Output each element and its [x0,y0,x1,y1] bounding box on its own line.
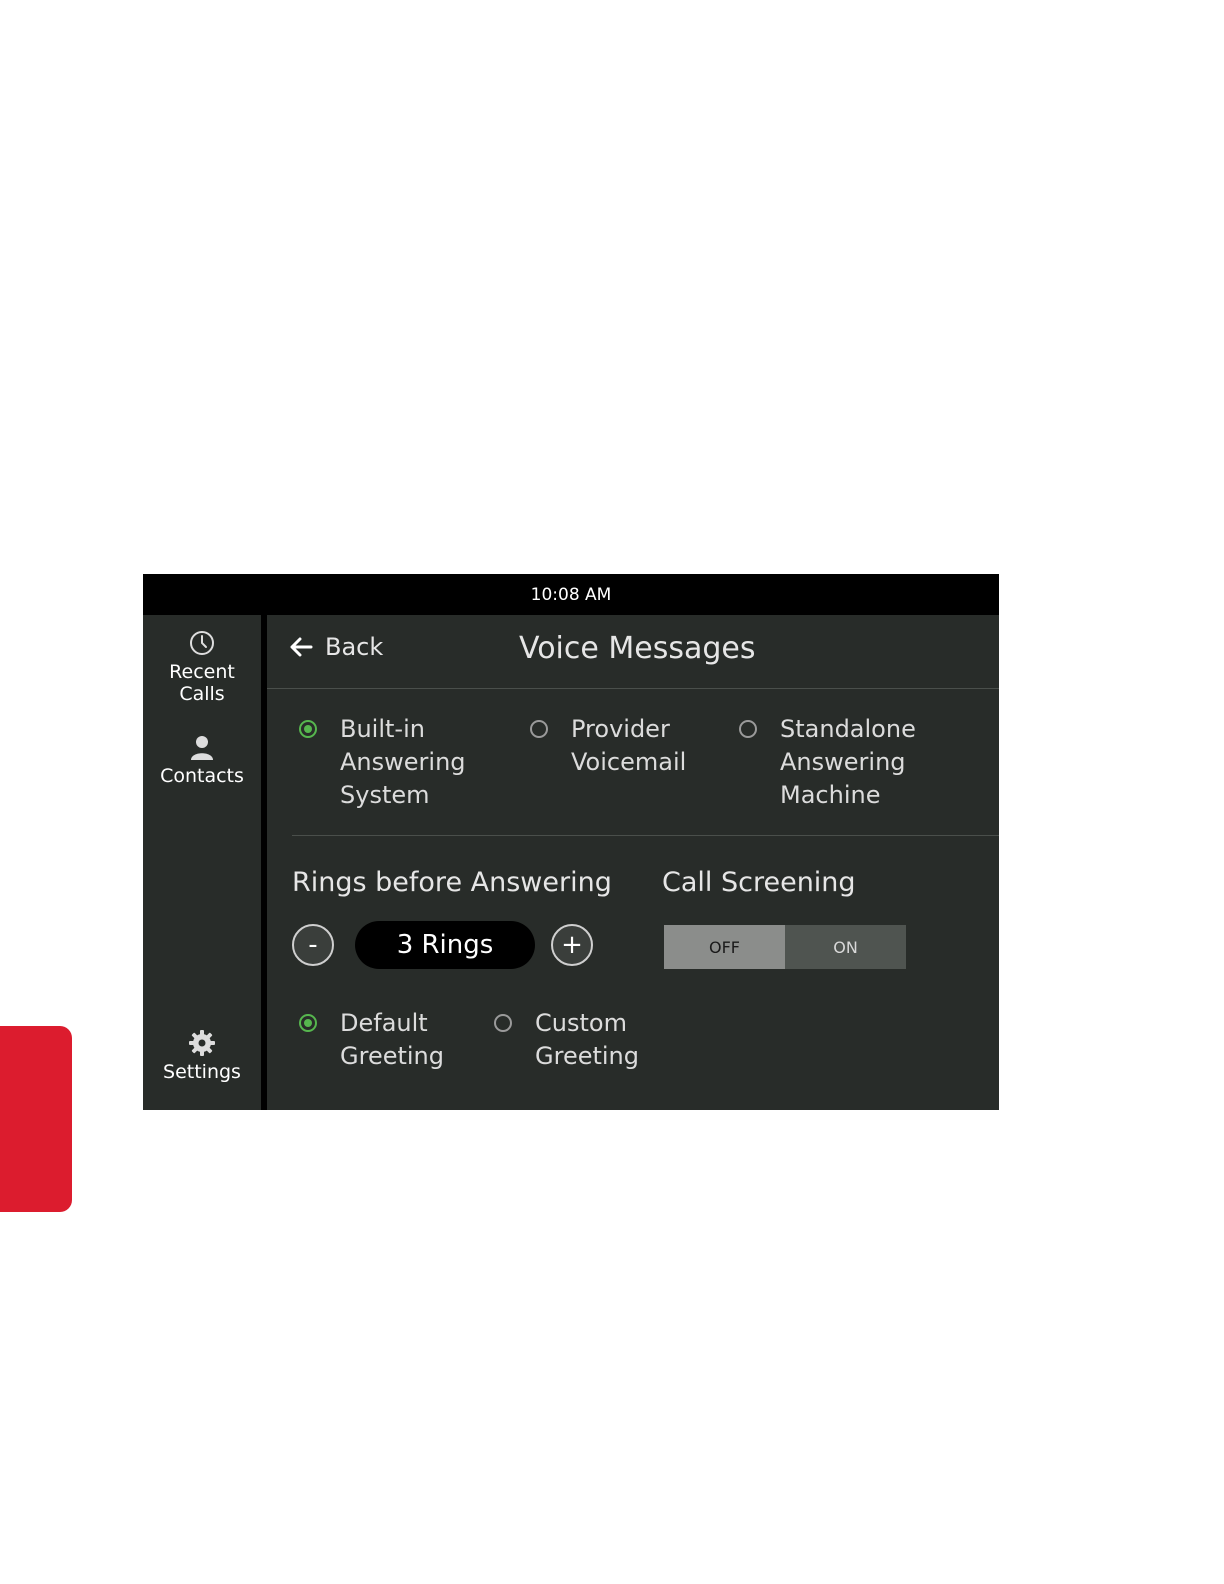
option-provider-voicemail[interactable]: Provider Voicemail [571,713,686,779]
option-label-line: Standalone [780,715,916,743]
sidebar-item-label: Contacts [160,765,244,787]
rings-value: 3 Rings [355,921,535,969]
back-button[interactable]: Back [289,633,383,661]
back-label: Back [325,633,384,661]
call-screening-toggle: OFF ON [664,925,906,969]
plus-icon: + [561,930,583,960]
sidebar-item-recent-calls[interactable]: Recent Calls [143,629,261,705]
option-label-line: Voicemail [571,748,687,776]
section-divider [292,835,999,836]
sidebar: Recent Calls Contacts Settings [143,615,261,1110]
gear-icon [189,1030,215,1056]
status-time: 10:08 AM [530,584,612,605]
rings-label: Rings before Answering [292,867,612,898]
minus-icon: - [308,930,318,960]
main-panel: Back Voice Messages Built-in Answering S… [267,615,999,1110]
call-screening-off-button[interactable]: OFF [664,925,785,969]
option-label-line: System [340,781,430,809]
option-label-line: Machine [780,781,881,809]
option-default-greeting[interactable]: Default Greeting [340,1007,444,1073]
sidebar-item-label: Calls [179,683,225,705]
status-bar: 10:08 AM [143,574,999,615]
decrease-rings-button[interactable]: - [292,924,334,966]
device-screen: 10:08 AM Recent Calls Contacts Settings … [143,574,999,1110]
header-divider [267,688,999,689]
header-bar: Back Voice Messages [267,615,999,687]
sidebar-item-settings[interactable]: Settings [143,1029,261,1083]
radio-default-greeting[interactable] [299,1014,317,1032]
option-label-line: Built-in [340,715,425,743]
radio-provider-voicemail[interactable] [530,720,548,738]
person-icon [191,736,213,760]
option-standalone-machine[interactable]: Standalone Answering Machine [780,713,916,812]
clock-icon [190,631,214,655]
option-label-line: Provider [571,715,670,743]
arrow-left-icon [290,637,313,657]
call-screening-label: Call Screening [662,867,856,898]
sidebar-item-label: Recent [169,661,235,683]
option-built-in-answering[interactable]: Built-in Answering System [340,713,466,812]
option-custom-greeting[interactable]: Custom Greeting [535,1007,639,1073]
option-label-line: Greeting [535,1042,639,1070]
radio-custom-greeting[interactable] [494,1014,512,1032]
option-label-line: Default [340,1009,428,1037]
sidebar-item-label: Settings [163,1061,241,1083]
page-title: Voice Messages [519,631,756,666]
option-label-line: Custom [535,1009,627,1037]
sidebar-item-contacts[interactable]: Contacts [143,733,261,787]
increase-rings-button[interactable]: + [551,924,593,966]
option-label-line: Answering [340,748,466,776]
option-label-line: Answering [780,748,906,776]
call-screening-on-button[interactable]: ON [785,925,906,969]
red-side-tab [0,1026,72,1212]
radio-built-in-answering[interactable] [299,720,317,738]
option-label-line: Greeting [340,1042,444,1070]
radio-standalone-machine[interactable] [739,720,757,738]
